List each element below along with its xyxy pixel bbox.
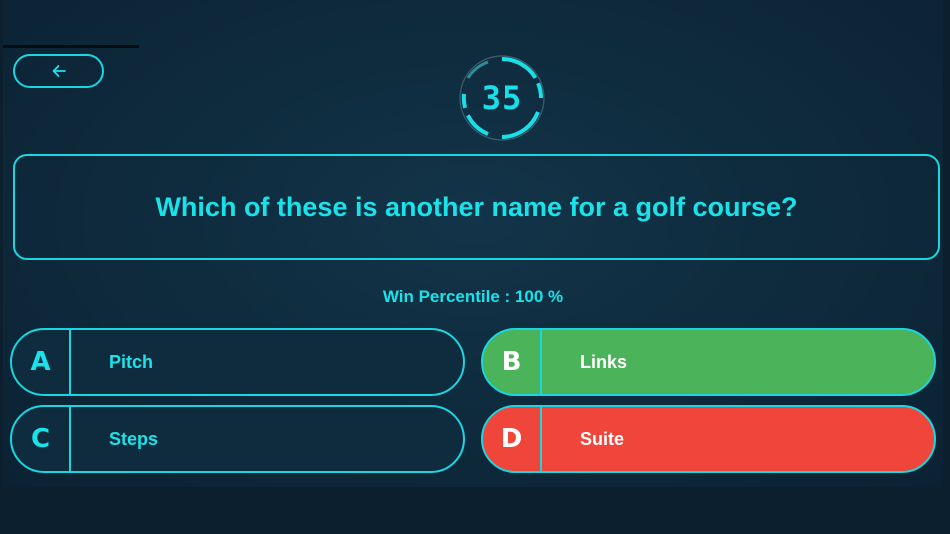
answer-letter-cell: C: [12, 407, 71, 471]
answer-letter-cell: A: [12, 330, 71, 394]
top-divider: [3, 45, 139, 48]
question-text: Which of these is another name for a gol…: [155, 191, 798, 222]
answer-letter: C: [30, 424, 51, 454]
countdown-timer: 35: [458, 54, 546, 142]
answer-option-c[interactable]: C Steps: [10, 405, 465, 473]
answer-label: Steps: [109, 428, 159, 449]
answer-option-a[interactable]: A Pitch: [10, 328, 465, 396]
arrow-left-icon: [52, 65, 66, 77]
answer-label: Pitch: [109, 351, 154, 372]
answer-letter: D: [500, 424, 523, 454]
answer-label: Suite: [580, 428, 625, 449]
answer-label: Links: [580, 351, 628, 372]
answer-letter-cell: B: [483, 330, 542, 394]
back-button[interactable]: [13, 54, 104, 88]
bottom-bar: [0, 487, 950, 534]
answer-letter-cell: D: [483, 407, 542, 471]
answer-letter: A: [30, 347, 51, 377]
answer-option-d[interactable]: D Suite: [481, 405, 936, 473]
answer-option-b[interactable]: B Links: [481, 328, 936, 396]
question-panel: Which of these is another name for a gol…: [13, 154, 940, 260]
win-percentile: Win Percentile : 100 %: [382, 287, 564, 306]
timer-value: 35: [481, 79, 523, 117]
answer-letter: B: [501, 347, 522, 377]
game-screen: 35 Which of these is another name for a …: [3, 0, 943, 487]
